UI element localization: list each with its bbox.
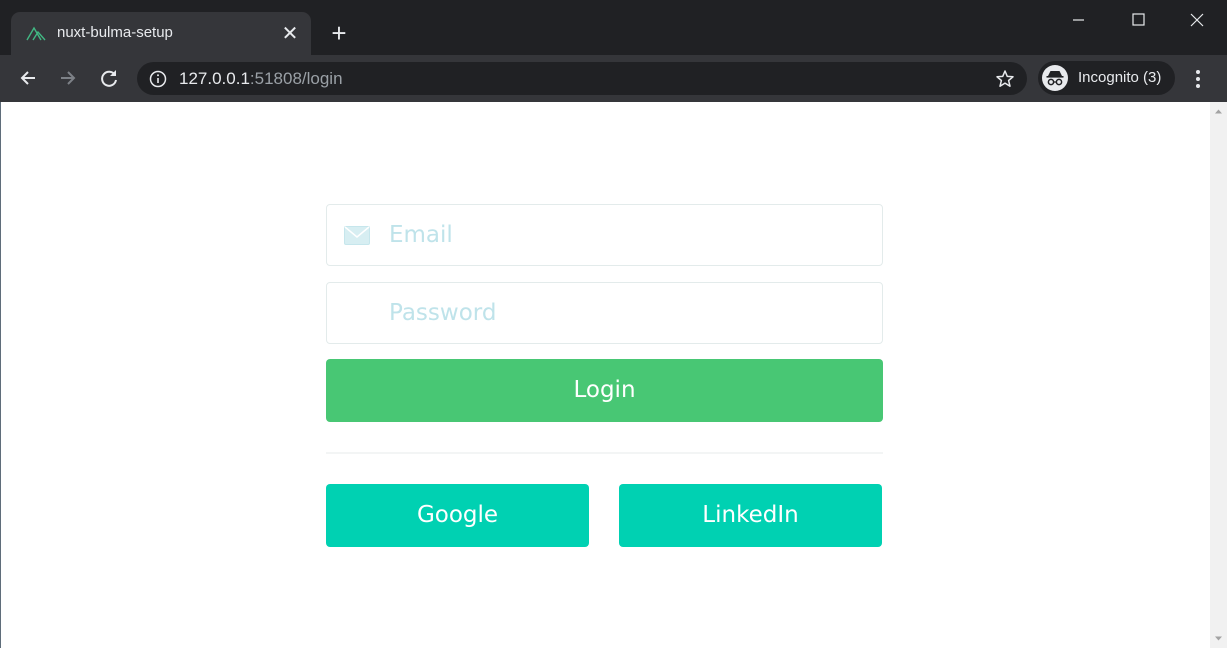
login-button[interactable]: Login <box>326 359 883 422</box>
kebab-menu-icon[interactable] <box>1186 67 1210 91</box>
linkedin-button[interactable]: LinkedIn <box>619 484 882 547</box>
vertical-scrollbar[interactable] <box>1210 102 1227 648</box>
nuxt-favicon-icon <box>26 26 46 41</box>
browser-chrome: nuxt-bulma-setup ✕ + 127.0.0.1:51808/log… <box>0 0 1227 102</box>
google-button[interactable]: Google <box>326 484 589 547</box>
url-host: 127.0.0.1 <box>179 69 250 88</box>
address-bar[interactable]: 127.0.0.1:51808/login <box>137 62 1027 95</box>
window-close-icon[interactable] <box>1167 0 1227 40</box>
incognito-indicator[interactable]: Incognito (3) <box>1038 61 1175 95</box>
password-input[interactable] <box>327 283 882 343</box>
maximize-icon[interactable] <box>1108 0 1168 40</box>
incognito-icon <box>1042 65 1068 91</box>
reload-icon[interactable] <box>94 63 124 93</box>
page-viewport: Login Google LinkedIn <box>0 102 1227 648</box>
info-icon[interactable] <box>149 70 167 88</box>
incognito-label: Incognito (3) <box>1078 69 1162 86</box>
tab-strip: nuxt-bulma-setup ✕ + <box>0 0 1227 55</box>
divider <box>326 452 883 454</box>
star-icon[interactable] <box>995 69 1015 89</box>
email-field <box>326 204 883 266</box>
tab-title: nuxt-bulma-setup <box>57 24 173 41</box>
password-field <box>326 282 883 344</box>
scroll-down-icon[interactable] <box>1214 634 1223 643</box>
url-text: 127.0.0.1:51808/login <box>179 69 343 89</box>
login-form: Login Google LinkedIn <box>326 204 883 547</box>
tab-nuxt-bulma-setup[interactable]: nuxt-bulma-setup ✕ <box>11 12 311 55</box>
scroll-up-icon[interactable] <box>1214 107 1223 116</box>
forward-arrow-icon[interactable] <box>53 63 83 93</box>
minimize-icon[interactable] <box>1048 0 1108 40</box>
back-arrow-icon[interactable] <box>13 63 43 93</box>
close-icon[interactable]: ✕ <box>280 23 300 43</box>
social-login-buttons: Google LinkedIn <box>326 484 883 547</box>
url-path: :51808/login <box>249 69 343 88</box>
toolbar: 127.0.0.1:51808/login Incognito (3) <box>0 55 1227 102</box>
new-tab-button[interactable]: + <box>326 20 352 46</box>
email-input[interactable] <box>327 205 882 265</box>
